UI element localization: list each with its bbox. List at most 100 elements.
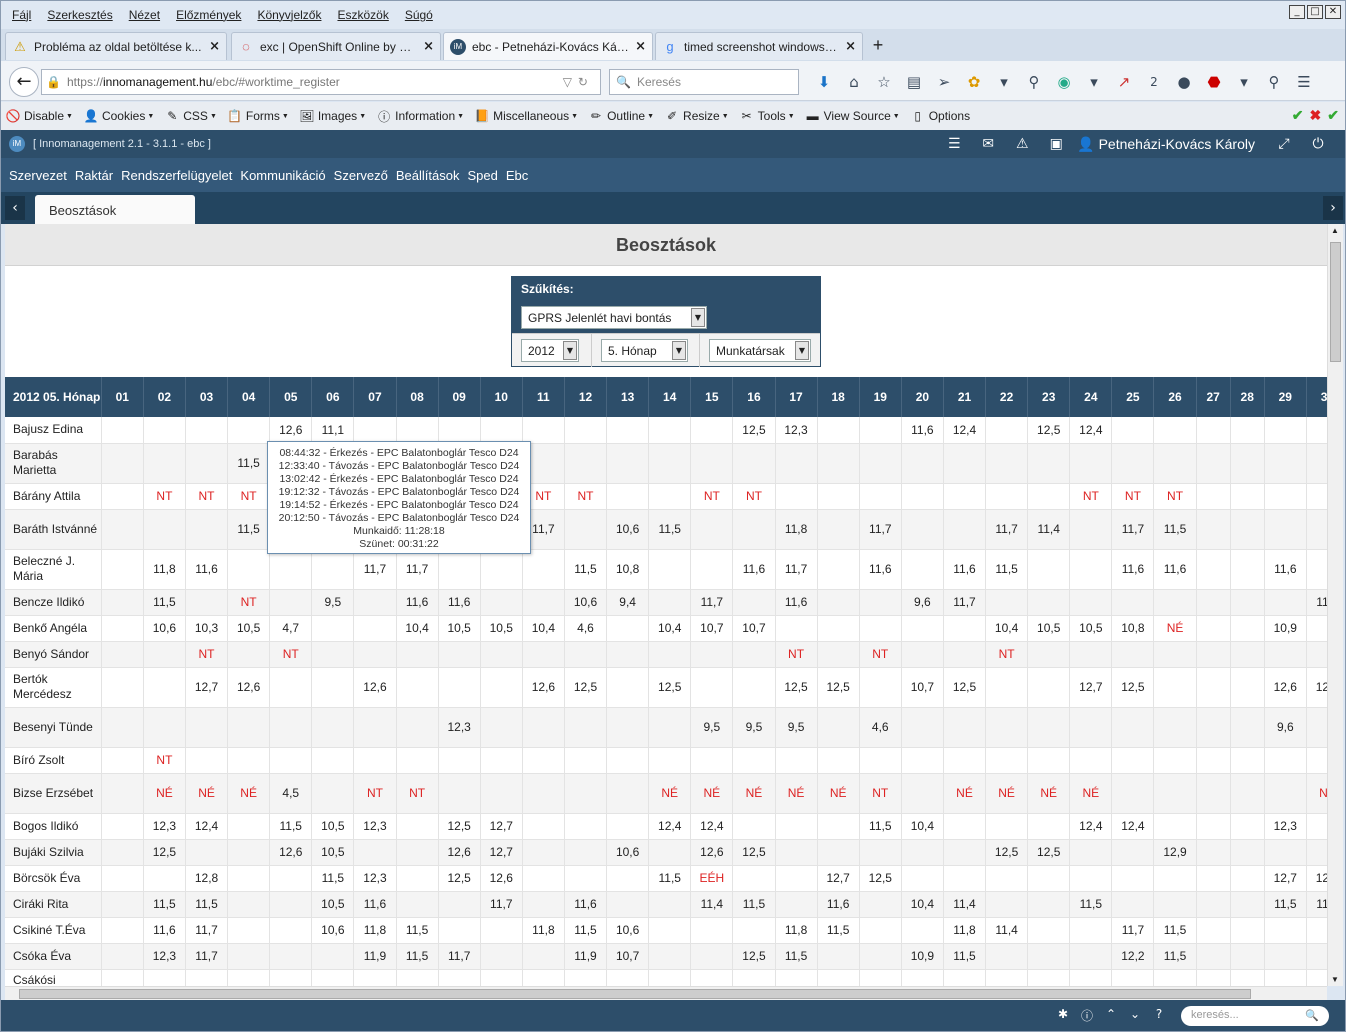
grid-cell[interactable]: 11,6 bbox=[396, 589, 439, 616]
grid-cell[interactable] bbox=[606, 417, 650, 444]
grid-cell[interactable] bbox=[606, 443, 650, 484]
grid-cell[interactable]: NT bbox=[143, 747, 186, 774]
grid-cell[interactable] bbox=[311, 667, 355, 708]
grid-cell[interactable] bbox=[1153, 641, 1197, 668]
globe-icon[interactable]: ◉ bbox=[1049, 71, 1079, 93]
grid-cell[interactable] bbox=[1264, 969, 1307, 986]
grid-cell[interactable]: 10,6 bbox=[606, 509, 650, 550]
grid-cell[interactable] bbox=[101, 865, 144, 892]
grid-cell[interactable] bbox=[1069, 839, 1113, 866]
info-icon[interactable]: ⓘ bbox=[1075, 1007, 1099, 1024]
devtools-menu[interactable]: 🖼 Images ▼ bbox=[295, 109, 372, 123]
grid-cell[interactable] bbox=[1069, 865, 1113, 892]
report-select[interactable]: GPRS Jelenlét havi bontás ▼ bbox=[521, 306, 707, 329]
grid-cell[interactable]: 12,4 bbox=[1111, 813, 1155, 840]
grid-cell[interactable] bbox=[396, 747, 439, 774]
group-select[interactable]: Munkatársak ▼ bbox=[709, 339, 811, 362]
grid-cell[interactable] bbox=[817, 589, 860, 616]
grid-cell[interactable] bbox=[564, 969, 608, 986]
grid-cell[interactable] bbox=[648, 589, 692, 616]
grid-cell[interactable] bbox=[1196, 641, 1231, 668]
grid-cell[interactable]: 11,4 bbox=[690, 891, 734, 918]
help-icon[interactable]: ? bbox=[1147, 1007, 1171, 1024]
grid-cell[interactable] bbox=[101, 641, 144, 668]
grid-cell[interactable] bbox=[480, 773, 523, 814]
grid-cell[interactable] bbox=[901, 773, 944, 814]
grid-cell[interactable]: 11,7 bbox=[396, 549, 439, 590]
grid-cell[interactable]: 11,6 bbox=[185, 549, 229, 590]
grid-cell[interactable] bbox=[1306, 641, 1327, 668]
grid-cell[interactable] bbox=[353, 707, 397, 748]
grid-cell[interactable] bbox=[690, 443, 734, 484]
list-icon[interactable]: ☰ bbox=[937, 136, 971, 152]
grid-cell[interactable] bbox=[732, 589, 776, 616]
grid-cell[interactable] bbox=[185, 839, 229, 866]
grid-cell[interactable] bbox=[775, 443, 818, 484]
grid-cell[interactable] bbox=[943, 969, 987, 986]
grid-cell[interactable]: 11,8 bbox=[143, 549, 186, 590]
grid-cell[interactable] bbox=[311, 747, 355, 774]
grid-cell[interactable]: 12,5 bbox=[1027, 839, 1071, 866]
grid-cell[interactable] bbox=[1111, 839, 1155, 866]
grid-cell[interactable] bbox=[1306, 969, 1327, 986]
grid-cell[interactable] bbox=[943, 707, 987, 748]
grid-cell[interactable] bbox=[1027, 707, 1071, 748]
grid-cell[interactable]: NÉ bbox=[985, 773, 1029, 814]
grid-cell[interactable]: NT bbox=[859, 641, 902, 668]
grid-cell[interactable] bbox=[859, 917, 902, 944]
grid-cell[interactable] bbox=[732, 969, 776, 986]
grid-cell[interactable] bbox=[1306, 549, 1327, 590]
grid-cell[interactable] bbox=[901, 865, 944, 892]
grid-cell[interactable] bbox=[775, 865, 818, 892]
grid-cell[interactable]: NÉ bbox=[185, 773, 229, 814]
devtools-menu[interactable]: 📙 Miscellaneous ▼ bbox=[470, 109, 584, 123]
menu-item[interactable]: Előzmények bbox=[168, 8, 249, 22]
grid-cell[interactable] bbox=[185, 747, 229, 774]
grid-cell[interactable]: 12,4 bbox=[1069, 417, 1113, 444]
bookmarks-list-icon[interactable]: ▤ bbox=[899, 71, 929, 93]
grid-cell[interactable] bbox=[1230, 707, 1265, 748]
grid-cell[interactable]: 12,4 bbox=[1306, 865, 1327, 892]
grid-cell[interactable] bbox=[185, 707, 229, 748]
grid-cell[interactable] bbox=[522, 549, 565, 590]
grid-cell[interactable]: 11,6 bbox=[732, 549, 776, 590]
grid-cell[interactable] bbox=[1264, 483, 1307, 510]
browser-tab[interactable]: ⚠ Probléma az oldal betöltése k... × bbox=[5, 32, 227, 60]
grid-cell[interactable]: 12,7 bbox=[1069, 667, 1113, 708]
pin-icon[interactable]: ⚲ bbox=[1019, 71, 1049, 93]
grid-cell[interactable] bbox=[101, 747, 144, 774]
grid-cell[interactable] bbox=[648, 891, 692, 918]
grid-cell[interactable]: 11,5 bbox=[227, 509, 271, 550]
grid-cell[interactable] bbox=[438, 969, 481, 986]
grid-cell[interactable] bbox=[943, 443, 987, 484]
grid-cell[interactable] bbox=[480, 417, 523, 444]
grid-cell[interactable] bbox=[1111, 865, 1155, 892]
grid-cell[interactable] bbox=[606, 615, 650, 642]
grid-cell[interactable]: 11,7 bbox=[985, 509, 1029, 550]
grid-cell[interactable] bbox=[648, 443, 692, 484]
grid-cell[interactable]: 10,5 bbox=[227, 615, 271, 642]
grid-cell[interactable] bbox=[1069, 443, 1113, 484]
grid-cell[interactable] bbox=[1027, 891, 1071, 918]
grid-cell[interactable] bbox=[143, 641, 186, 668]
grid-cell[interactable] bbox=[1153, 865, 1197, 892]
grid-cell[interactable] bbox=[901, 641, 944, 668]
grid-cell[interactable]: 11,5 bbox=[943, 943, 987, 970]
grid-cell[interactable] bbox=[185, 969, 229, 986]
grid-cell[interactable]: 11,5 bbox=[185, 891, 229, 918]
grid-cell[interactable] bbox=[1069, 641, 1113, 668]
grid-cell[interactable] bbox=[985, 969, 1029, 986]
grid-cell[interactable]: 11,1 bbox=[311, 417, 355, 444]
dropdown-icon[interactable]: ▾ bbox=[1079, 71, 1109, 93]
devtools-menu[interactable]: ✐ Resize ▼ bbox=[660, 109, 735, 123]
grid-cell[interactable]: 11,6 bbox=[775, 589, 818, 616]
grid-cell[interactable] bbox=[1264, 509, 1307, 550]
home-icon[interactable]: ⌂ bbox=[839, 71, 869, 93]
error-icon[interactable]: ✖ bbox=[1310, 107, 1322, 124]
grid-cell[interactable] bbox=[901, 443, 944, 484]
grid-cell[interactable] bbox=[1230, 641, 1265, 668]
grid-cell[interactable] bbox=[648, 839, 692, 866]
grid-cell[interactable]: 12,7 bbox=[817, 865, 860, 892]
grid-cell[interactable] bbox=[396, 865, 439, 892]
app-menu-item[interactable]: Beállítások bbox=[392, 168, 464, 183]
